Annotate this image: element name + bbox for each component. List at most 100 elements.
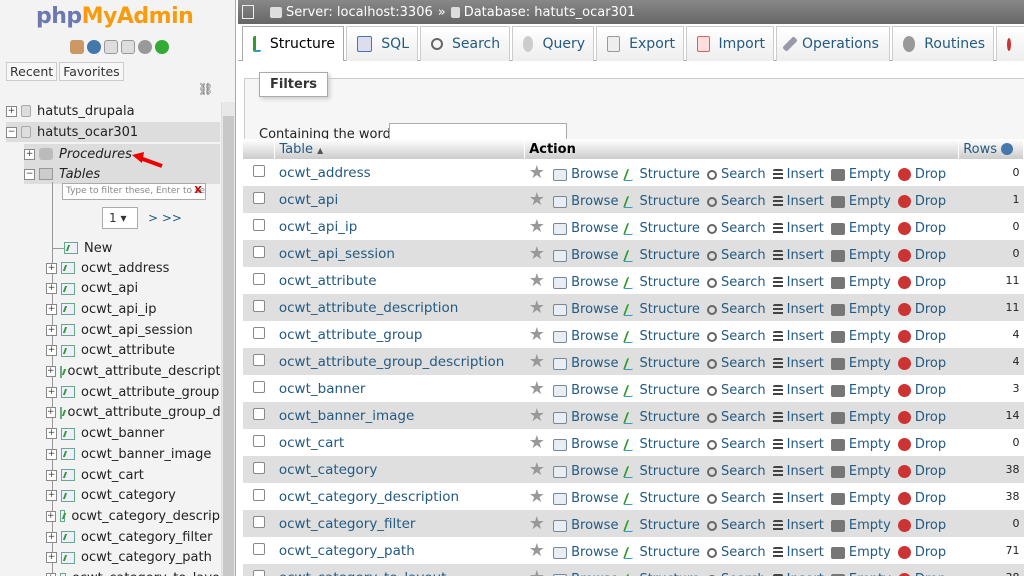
browse-action[interactable]: Browse xyxy=(553,302,618,317)
search-action[interactable]: Search xyxy=(706,302,766,317)
help-icon[interactable] xyxy=(1001,143,1014,155)
structure-action[interactable]: Structure xyxy=(623,248,700,263)
drop-action[interactable]: Drop xyxy=(897,194,946,209)
page-next-links[interactable]: > >> xyxy=(148,211,182,225)
browse-action[interactable]: Browse xyxy=(553,167,618,182)
search-action[interactable]: Search xyxy=(706,464,766,479)
structure-action[interactable]: Structure xyxy=(623,356,700,371)
favorite-star-icon[interactable]: ★ xyxy=(529,297,545,318)
clear-filter-button[interactable]: X xyxy=(194,185,202,196)
browse-action[interactable]: Browse xyxy=(553,518,618,533)
nav-table-item[interactable]: + ocwt_cart xyxy=(46,465,220,485)
copy-icon[interactable] xyxy=(121,40,135,54)
search-action[interactable]: Search xyxy=(706,221,766,236)
insert-action[interactable]: Insert xyxy=(772,329,824,344)
expand-icon[interactable]: + xyxy=(46,407,56,419)
search-action[interactable]: Search xyxy=(706,437,766,452)
drop-action[interactable]: Drop xyxy=(897,437,946,452)
recent-tab[interactable]: Recent xyxy=(6,62,58,81)
structure-action[interactable]: Structure xyxy=(623,329,700,344)
empty-action[interactable]: Empty xyxy=(830,275,891,290)
browse-action[interactable]: Browse xyxy=(553,545,618,560)
favorites-tab[interactable]: Favorites xyxy=(59,62,124,81)
nav-table-item[interactable]: + ocwt_attribute xyxy=(46,341,220,361)
row-checkbox[interactable] xyxy=(252,407,265,420)
insert-action[interactable]: Insert xyxy=(772,221,824,236)
nav-table-item[interactable]: + ocwt_banner_image xyxy=(46,444,220,464)
search-action[interactable]: Search xyxy=(706,491,766,506)
browse-action[interactable]: Browse xyxy=(553,464,618,479)
drop-action[interactable]: Drop xyxy=(897,167,946,182)
drop-action[interactable]: Drop xyxy=(897,356,946,371)
row-checkbox[interactable] xyxy=(252,353,265,366)
insert-action[interactable]: Insert xyxy=(772,437,824,452)
row-checkbox[interactable] xyxy=(252,299,265,312)
insert-action[interactable]: Insert xyxy=(772,194,824,209)
empty-action[interactable]: Empty xyxy=(830,302,891,317)
structure-action[interactable]: Structure xyxy=(623,572,700,576)
table-name-link[interactable]: ocwt_cart xyxy=(279,435,344,451)
empty-action[interactable]: Empty xyxy=(830,248,891,263)
search-action[interactable]: Search xyxy=(706,545,766,560)
row-checkbox[interactable] xyxy=(252,488,265,501)
nav-table-item[interactable]: + ocwt_address xyxy=(46,258,220,278)
nav-scrollbar[interactable] xyxy=(221,102,235,576)
expand-icon[interactable]: + xyxy=(6,105,17,117)
drop-action[interactable]: Drop xyxy=(897,572,946,576)
browse-action[interactable]: Browse xyxy=(553,383,618,398)
row-checkbox[interactable] xyxy=(252,461,265,474)
row-checkbox[interactable] xyxy=(252,326,265,339)
col-table-header[interactable]: Table ▲ xyxy=(274,139,526,159)
structure-action[interactable]: Structure xyxy=(623,437,700,452)
nav-table-item[interactable]: + ocwt_attribute_group_d xyxy=(46,403,220,423)
insert-action[interactable]: Insert xyxy=(772,356,824,371)
favorite-star-icon[interactable]: ★ xyxy=(529,216,545,237)
browse-action[interactable]: Browse xyxy=(553,437,618,452)
table-name-link[interactable]: ocwt_api_ip xyxy=(279,219,357,235)
drop-action[interactable]: Drop xyxy=(897,302,946,317)
tab-sql[interactable]: SQL xyxy=(346,26,418,61)
favorite-star-icon[interactable]: ★ xyxy=(529,459,545,480)
row-checkbox[interactable] xyxy=(252,434,265,447)
table-name-link[interactable]: ocwt_banner xyxy=(279,381,366,397)
tab-export[interactable]: Export xyxy=(596,26,684,61)
expand-icon[interactable]: + xyxy=(46,428,57,440)
procedures-item[interactable]: + Procedures xyxy=(24,144,220,164)
table-name-link[interactable]: ocwt_attribute_group_description xyxy=(279,354,504,370)
browse-action[interactable]: Browse xyxy=(553,329,618,344)
reload-icon[interactable] xyxy=(155,40,169,54)
browse-action[interactable]: Browse xyxy=(553,491,618,506)
expand-icon[interactable]: + xyxy=(46,469,57,481)
tab-import[interactable]: Import xyxy=(686,26,774,61)
drop-action[interactable]: Drop xyxy=(897,221,946,236)
insert-action[interactable]: Insert xyxy=(772,572,824,576)
table-name-link[interactable]: ocwt_api_session xyxy=(279,246,395,262)
favorite-star-icon[interactable]: ★ xyxy=(529,405,545,426)
row-checkbox[interactable] xyxy=(252,380,265,393)
search-action[interactable]: Search xyxy=(706,383,766,398)
drop-action[interactable]: Drop xyxy=(897,518,946,533)
insert-action[interactable]: Insert xyxy=(772,248,824,263)
nav-table-item[interactable]: + ocwt_category_filter xyxy=(46,527,220,547)
browse-action[interactable]: Browse xyxy=(553,194,618,209)
empty-action[interactable]: Empty xyxy=(830,518,891,533)
structure-action[interactable]: Structure xyxy=(623,518,700,533)
expand-icon[interactable]: + xyxy=(46,448,57,460)
row-checkbox[interactable] xyxy=(252,515,265,528)
search-action[interactable]: Search xyxy=(706,194,766,209)
empty-action[interactable]: Empty xyxy=(830,356,891,371)
home-icon[interactable] xyxy=(70,40,84,54)
structure-action[interactable]: Structure xyxy=(623,302,700,317)
drop-action[interactable]: Drop xyxy=(897,248,946,263)
drop-action[interactable]: Drop xyxy=(897,329,946,344)
tab-structure[interactable]: Structure xyxy=(242,26,344,61)
row-checkbox[interactable] xyxy=(252,191,265,204)
nav-table-item[interactable]: + ocwt_attribute_descript xyxy=(46,362,220,382)
insert-action[interactable]: Insert xyxy=(772,275,824,290)
drop-action[interactable]: Drop xyxy=(897,383,946,398)
nav-table-item[interactable]: + ocwt_category_descrip xyxy=(46,506,220,526)
nav-table-item[interactable]: + ocwt_api_ip xyxy=(46,299,220,319)
insert-action[interactable]: Insert xyxy=(772,383,824,398)
search-action[interactable]: Search xyxy=(706,167,766,182)
tab-routines[interactable]: Routines xyxy=(892,26,994,61)
